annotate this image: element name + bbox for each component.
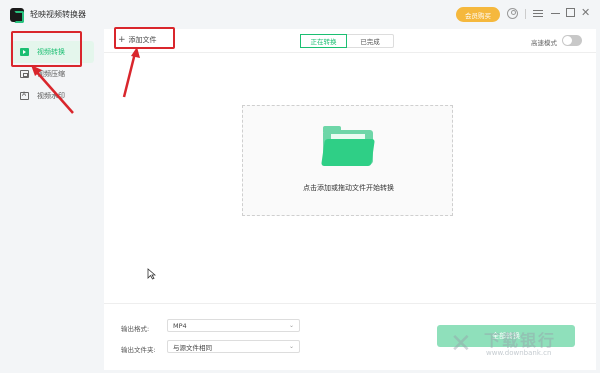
output-folder-select[interactable]: 与源文件相同 ⌄ xyxy=(167,340,300,353)
file-dropzone[interactable]: 点击添加或拖动文件开始转换 xyxy=(242,105,453,216)
vip-purchase-button[interactable]: 会员购买 xyxy=(456,7,500,22)
output-format-select[interactable]: MP4 ⌄ xyxy=(167,319,300,332)
output-format-value: MP4 xyxy=(173,321,187,330)
watermark-text: 下载银行 xyxy=(484,331,557,350)
highlight-box-sidebar xyxy=(11,31,82,67)
sidebar-item-video-watermark[interactable]: 视频水印 xyxy=(10,85,94,107)
app-window: 轻映视频转换器 会员购买 ✕ 视频转换 视频压缩 视频水印 + 添加文件 xyxy=(0,0,600,373)
main-panel: + 添加文件 正在转换 已完成 高速模式 点击添加或拖动文件开始转换 输出格式:… xyxy=(104,29,596,370)
tab-completed[interactable]: 已完成 xyxy=(347,35,393,47)
app-logo-icon xyxy=(10,8,24,23)
minimize-icon[interactable] xyxy=(551,13,560,14)
output-folder-value: 与源文件相同 xyxy=(173,343,212,352)
site-watermark: ✕ 下载银行 www.downbank.cn xyxy=(444,325,594,369)
tab-converting[interactable]: 正在转换 xyxy=(300,34,347,48)
menu-icon[interactable] xyxy=(533,10,543,17)
folder-icon xyxy=(321,126,375,166)
output-format-label: 输出格式: xyxy=(121,325,150,333)
maximize-icon[interactable] xyxy=(566,8,575,17)
title-bar: 轻映视频转换器 会员购买 ✕ xyxy=(0,0,600,28)
sidebar-item-label: 视频水印 xyxy=(37,92,65,100)
watermark-url: www.downbank.cn xyxy=(486,349,552,357)
speed-mode-toggle[interactable] xyxy=(562,35,582,46)
status-tabs: 正在转换 已完成 xyxy=(300,34,394,48)
output-folder-label: 输出文件夹: xyxy=(121,346,156,354)
user-icon[interactable] xyxy=(507,8,518,19)
sidebar: 视频转换 视频压缩 视频水印 xyxy=(0,28,102,373)
toolbar: + 添加文件 正在转换 已完成 高速模式 xyxy=(104,29,596,53)
sidebar-item-label: 视频压缩 xyxy=(37,70,65,78)
dropzone-hint: 点击添加或拖动文件开始转换 xyxy=(303,184,394,192)
speed-mode-label: 高速模式 xyxy=(531,39,557,47)
app-title: 轻映视频转换器 xyxy=(30,10,86,19)
divider xyxy=(525,9,526,19)
watermark-logo-icon: ✕ xyxy=(450,329,472,359)
highlight-box-add-file xyxy=(114,27,175,49)
video-compress-icon xyxy=(20,70,29,78)
watermark-icon xyxy=(20,91,29,100)
chevron-down-icon: ⌄ xyxy=(288,343,294,350)
close-icon[interactable]: ✕ xyxy=(581,7,590,18)
chevron-down-icon: ⌄ xyxy=(288,322,294,329)
